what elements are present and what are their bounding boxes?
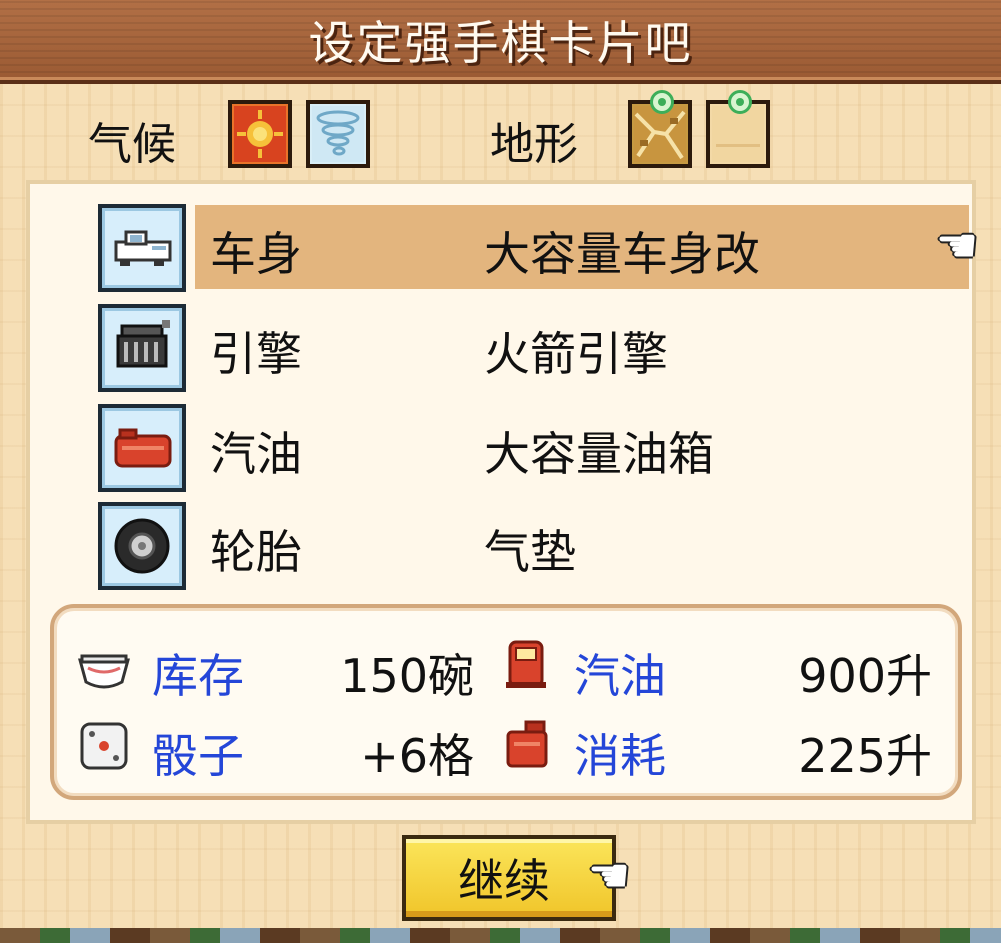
tornado-icon-graphic: [312, 106, 364, 162]
dice-icon: [80, 722, 128, 770]
gas-tank-graphic: [114, 428, 172, 468]
tire-graphic: [114, 518, 170, 574]
tire-icon[interactable]: [98, 502, 186, 590]
gas-tank-icon[interactable]: [98, 404, 186, 492]
engine-graphic: [116, 320, 170, 368]
stat-value-stock: 150碗: [340, 649, 474, 703]
title-bar: 设定强手棋卡片吧: [0, 0, 1001, 84]
fuel-can-icon: [506, 720, 548, 768]
stat-label-fuel: 汽油: [574, 649, 666, 703]
part-name-fuel: 汽油: [210, 427, 302, 481]
stat-label-dice: 骰子: [152, 729, 244, 783]
part-value-fuel: 大容量油箱: [484, 427, 714, 481]
bowl-icon: [78, 654, 130, 689]
part-name-body: 车身: [210, 227, 302, 281]
climate-label: 气候: [88, 119, 176, 170]
sun-icon-graphic: [234, 106, 286, 162]
part-name-tire: 轮胎: [210, 525, 302, 579]
stat-value-dice: +6格: [360, 729, 474, 783]
stat-value-consumption: 225升: [798, 729, 932, 783]
pointing-hand-icon: ☚: [935, 218, 979, 274]
car-body-graphic: [114, 230, 172, 266]
part-value-tire: 气垫: [484, 525, 576, 579]
terrain-label: 地形: [490, 119, 578, 170]
part-value-body: 大容量车身改: [484, 227, 760, 281]
engine-icon[interactable]: [98, 304, 186, 392]
car-body-icon[interactable]: [98, 204, 186, 292]
page-title: 设定强手棋卡片吧: [308, 16, 693, 70]
pointing-hand-icon: ☚: [587, 848, 631, 904]
continue-label: 继续: [458, 854, 550, 908]
rocky-terrain-icon[interactable]: [628, 90, 692, 168]
tornado-icon[interactable]: [306, 100, 370, 168]
flat-terrain-icon[interactable]: [706, 90, 770, 168]
sun-icon[interactable]: [228, 100, 292, 168]
stat-label-consumption: 消耗: [574, 729, 666, 783]
stat-label-stock: 库存: [152, 649, 244, 703]
fuel-pump-icon: [506, 640, 546, 688]
terrain-marker-icon: [728, 90, 752, 114]
stat-value-fuel: 900升: [798, 649, 932, 703]
part-value-engine: 火箭引擎: [484, 327, 668, 381]
part-name-engine: 引擎: [210, 327, 302, 381]
terrain-marker-icon: [650, 90, 674, 114]
game-scene-strip: [0, 928, 1001, 943]
